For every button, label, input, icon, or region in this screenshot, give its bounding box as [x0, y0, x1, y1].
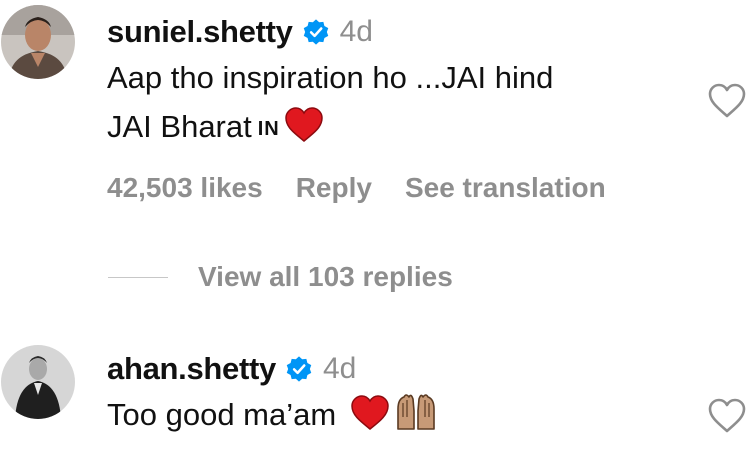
likes-count[interactable]: 42,503 likes: [107, 172, 263, 204]
comment-time[interactable]: 4d: [323, 352, 356, 386]
view-replies-button[interactable]: View all 103 replies: [108, 261, 453, 293]
username[interactable]: suniel.shetty: [107, 14, 293, 50]
username[interactable]: ahan.shetty: [107, 351, 276, 387]
comment-header: ahan.shetty 4d: [107, 349, 356, 389]
comment-actions: 42,503 likes Reply See translation: [107, 172, 606, 204]
avatar-ahan[interactable]: [1, 345, 75, 419]
comment-header: suniel.shetty 4d: [107, 12, 373, 52]
comment-text: Too good ma’am: [107, 397, 337, 432]
heart-like-icon[interactable]: [707, 83, 747, 119]
view-replies-label: View all 103 replies: [198, 261, 453, 292]
comment-time[interactable]: 4d: [340, 15, 373, 49]
red-heart-icon: [284, 107, 324, 157]
heart-like-icon[interactable]: [707, 398, 747, 434]
see-translation-button[interactable]: See translation: [405, 172, 606, 204]
avatar-image: [1, 5, 75, 79]
comment-text-line-1: Aap tho inspiration ho ...JAI hind: [107, 60, 554, 95]
avatar-suniel[interactable]: [1, 5, 75, 79]
raising-hands-icon: [394, 391, 438, 445]
red-heart-icon: [350, 395, 390, 445]
flag-text: IN: [257, 118, 280, 140]
verified-badge-icon: [303, 19, 328, 45]
replies-divider: [108, 276, 168, 278]
comment-text-bharat: JAI Bharat: [107, 109, 252, 144]
comment-text-line-2: JAI Bharat IN: [107, 102, 324, 157]
avatar-image: [1, 345, 75, 419]
comment-text-line-1: Too good ma’am: [107, 390, 438, 445]
reply-button[interactable]: Reply: [296, 172, 372, 204]
verified-badge-icon: [286, 356, 312, 382]
